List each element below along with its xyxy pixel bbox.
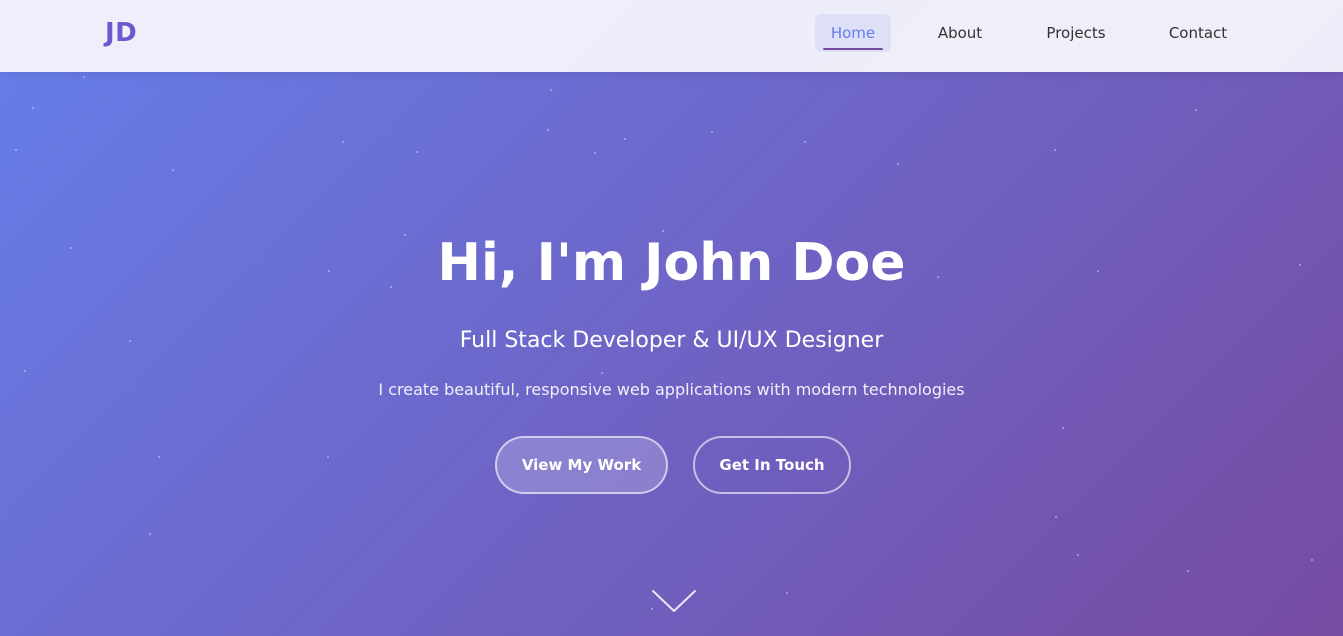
nav-link-projects[interactable]: Projects (1034, 14, 1118, 52)
star (327, 456, 329, 458)
star (624, 138, 626, 140)
star (1054, 149, 1056, 151)
star (83, 76, 85, 78)
star (1311, 559, 1313, 561)
star (594, 152, 596, 154)
hero-title: Hi, I'm John Doe (437, 233, 906, 293)
navbar: JD Home About Projects Contact (0, 0, 1343, 72)
star (601, 372, 603, 374)
star (172, 169, 174, 171)
star (416, 151, 418, 153)
star (1187, 570, 1189, 572)
star (1055, 516, 1057, 518)
chevron-down-icon[interactable] (651, 588, 697, 614)
nav-link-about[interactable]: About (924, 14, 996, 52)
star (342, 141, 344, 143)
star (32, 107, 34, 109)
view-my-work-button[interactable]: View My Work (495, 436, 668, 494)
star (1062, 427, 1064, 429)
nav-link-home[interactable]: Home (815, 14, 891, 52)
star (897, 163, 899, 165)
star (550, 89, 552, 91)
hero-description: I create beautiful, responsive web appli… (378, 380, 965, 399)
logo[interactable]: JD (105, 18, 137, 48)
star (804, 141, 806, 143)
star (711, 131, 713, 133)
star (24, 370, 26, 372)
star (1195, 109, 1197, 111)
portfolio-page: JD Home About Projects Contact Hi, I'm J… (0, 0, 1343, 636)
star (547, 129, 549, 131)
get-in-touch-button[interactable]: Get In Touch (693, 436, 851, 494)
star (149, 533, 151, 535)
star (15, 149, 17, 151)
nav-link-contact[interactable]: Contact (1157, 14, 1239, 52)
hero-subtitle: Full Stack Developer & UI/UX Designer (459, 328, 884, 353)
star (786, 592, 788, 594)
star (1077, 554, 1079, 556)
star (158, 456, 160, 458)
